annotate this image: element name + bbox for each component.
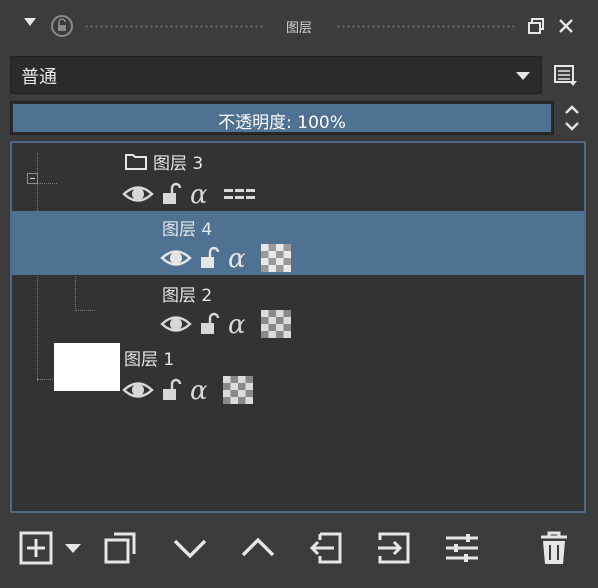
layer-thumbnail[interactable] (54, 343, 120, 391)
chevron-down-icon (173, 539, 207, 559)
blend-mode-select[interactable]: 普通 (10, 56, 542, 94)
panel-title: 图层 (285, 21, 312, 36)
layer-options-icon[interactable] (552, 62, 578, 88)
svg-text:α: α (190, 180, 208, 209)
layer-properties-row: α (122, 375, 272, 407)
layer-toolbar (0, 520, 598, 580)
transparency-checker-icon[interactable] (260, 309, 292, 339)
layer-row-group[interactable]: 图层 3 α (12, 143, 584, 211)
layer-name[interactable]: 图层 3 (153, 149, 203, 174)
alpha-lock-icon[interactable]: α (188, 375, 216, 405)
opacity-spinner[interactable] (558, 101, 586, 135)
arrow-out-icon (309, 532, 342, 564)
layer-properties-button[interactable] (442, 528, 482, 568)
dock-lock-icon[interactable] (50, 14, 74, 38)
titlebar-grip-right (336, 24, 516, 30)
layer-name[interactable]: 图层 2 (162, 281, 212, 306)
chevron-down-icon (65, 544, 81, 553)
transparency-checker-icon[interactable] (222, 375, 254, 405)
add-layer-menu-button[interactable] (60, 528, 86, 568)
svg-text:α: α (190, 376, 208, 405)
alpha-lock-icon[interactable]: α (226, 309, 254, 339)
svg-text:α: α (228, 310, 246, 339)
eye-icon[interactable] (122, 375, 154, 405)
arrow-in-icon (378, 532, 410, 564)
titlebar-grip-left (84, 24, 264, 30)
add-layer-button[interactable] (16, 528, 56, 568)
layer-row[interactable]: 图层 2 α (12, 275, 584, 341)
duplicate-layer-button[interactable] (100, 528, 140, 568)
pass-through-icon[interactable] (222, 179, 256, 209)
unlocked-icon[interactable] (160, 375, 182, 405)
layer-name[interactable]: 图层 1 (124, 345, 174, 370)
chevron-up-icon (241, 537, 275, 557)
alpha-lock-icon[interactable]: α (226, 243, 254, 273)
chevron-down-icon (516, 72, 530, 80)
float-panel-icon[interactable] (526, 16, 546, 36)
eye-icon[interactable] (122, 179, 154, 209)
unlocked-icon[interactable] (198, 243, 220, 273)
layer-properties-row: α (122, 179, 272, 211)
transparency-checker-icon[interactable] (260, 243, 292, 273)
add-layer-icon (19, 531, 53, 565)
svg-text:α: α (228, 244, 246, 273)
panel-titlebar: 图层 (0, 0, 598, 48)
blend-mode-value: 普通 (21, 67, 57, 88)
alpha-lock-icon[interactable]: α (188, 179, 216, 209)
layer-row-selected[interactable]: 图层 4 α (12, 211, 584, 275)
layer-properties-row: α (160, 309, 310, 341)
move-out-of-group-button[interactable] (306, 528, 346, 568)
opacity-label: 不透明度: 100% (218, 113, 346, 133)
duplicate-icon (104, 532, 136, 564)
trash-icon (541, 531, 567, 564)
collapse-arrow-icon[interactable] (22, 14, 38, 30)
close-icon[interactable] (556, 16, 576, 36)
eye-icon[interactable] (160, 309, 192, 339)
sliders-icon (446, 534, 478, 562)
unlocked-icon[interactable] (160, 179, 182, 209)
move-layer-up-button[interactable] (238, 528, 278, 568)
layer-row[interactable]: 图层 1 α (12, 341, 584, 411)
move-layer-down-button[interactable] (170, 528, 210, 568)
unlocked-icon[interactable] (198, 309, 220, 339)
opacity-slider[interactable]: 不透明度: 100% (10, 101, 554, 135)
layer-properties-row: α (160, 243, 310, 275)
layer-tree[interactable]: 图层 3 α 图层 4 α 图层 2 α 图层 1 α (10, 141, 586, 513)
eye-icon[interactable] (160, 243, 192, 273)
move-into-group-button[interactable] (374, 528, 414, 568)
delete-layer-button[interactable] (534, 528, 574, 568)
folder-icon (125, 154, 147, 170)
layer-name[interactable]: 图层 4 (162, 215, 212, 240)
